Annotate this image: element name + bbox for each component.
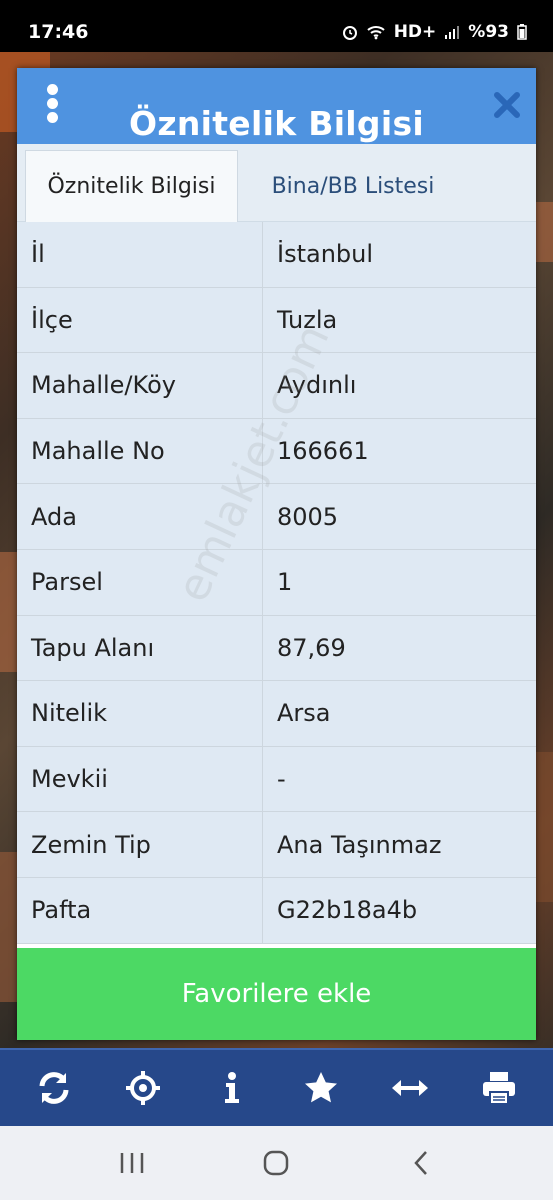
- row-value: Ana Taşınmaz: [277, 830, 442, 859]
- row-value: 166661: [277, 437, 369, 466]
- table-row: Mevkii -: [17, 746, 536, 813]
- tab-attribute-info[interactable]: Öznitelik Bilgisi: [25, 150, 238, 222]
- alarm-icon: [342, 26, 357, 40]
- battery-level: %93: [468, 22, 509, 42]
- row-label: Ada: [17, 484, 263, 549]
- row-value: Arsa: [277, 699, 331, 728]
- signal-icon: [445, 26, 460, 39]
- table-row: Pafta G22b18a4b: [17, 877, 536, 944]
- row-label: Nitelik: [17, 681, 263, 746]
- row-label: Parsel: [17, 549, 263, 615]
- row-label: Mahalle/Köy: [17, 353, 263, 418]
- print-icon[interactable]: [476, 1065, 522, 1111]
- table-row: İlçe Tuzla: [17, 287, 536, 354]
- row-value: 1: [277, 568, 293, 597]
- wifi-icon: [367, 26, 385, 40]
- attribute-table: İl İstanbul İlçe Tuzla Mahalle/Köy Aydınlı …: [17, 222, 536, 944]
- row-label: Mevkii: [17, 746, 263, 812]
- tab-bar: Öznitelik Bilgisi Bina/BB Listesi: [17, 144, 536, 222]
- row-label: İl: [17, 222, 263, 287]
- row-value: Aydınlı: [277, 371, 357, 400]
- row-label: Tapu Alanı: [17, 615, 263, 681]
- tab-building-list[interactable]: Bina/BB Listesi: [239, 150, 467, 222]
- row-label: Zemin Tip: [17, 812, 263, 877]
- battery-icon: [517, 24, 527, 40]
- table-row: Zemin Tip Ana Taşınmaz: [17, 812, 536, 878]
- row-value: G22b18a4b: [277, 896, 418, 925]
- table-row: Tapu Alanı 87,69: [17, 615, 536, 682]
- table-row: İl İstanbul: [17, 222, 536, 288]
- status-time: 17:46: [28, 21, 89, 43]
- attribute-dialog: Öznitelik Bilgisi Öznitelik Bilgisi Bina…: [17, 68, 536, 1040]
- row-value: 87,69: [277, 633, 346, 662]
- table-row: Mahalle/Köy Aydınlı: [17, 353, 536, 419]
- add-favorites-button[interactable]: Favorilere ekle: [17, 948, 536, 1040]
- close-icon[interactable]: [492, 90, 522, 120]
- dialog-header: Öznitelik Bilgisi: [17, 68, 536, 144]
- system-nav-bar: [0, 1126, 553, 1200]
- map-toolbar: [0, 1048, 553, 1126]
- table-row: Mahalle No 166661: [17, 418, 536, 485]
- row-value: Tuzla: [277, 305, 338, 334]
- row-label: Mahalle No: [17, 418, 263, 484]
- row-value: -: [277, 765, 286, 794]
- row-value: 8005: [277, 502, 339, 531]
- network-type: HD+: [393, 22, 437, 42]
- table-row: Parsel 1: [17, 549, 536, 616]
- status-icons: HD+ %93: [342, 22, 527, 42]
- measure-icon[interactable]: [387, 1065, 433, 1111]
- star-icon[interactable]: [298, 1065, 344, 1111]
- locate-icon[interactable]: [120, 1065, 166, 1111]
- table-row: Ada 8005: [17, 484, 536, 550]
- back-icon[interactable]: [391, 1138, 451, 1188]
- dialog-title: Öznitelik Bilgisi: [128, 104, 425, 143]
- row-label: İlçe: [17, 287, 263, 353]
- table-row: Nitelik Arsa: [17, 681, 536, 747]
- row-label: Pafta: [17, 877, 263, 943]
- row-value: İstanbul: [277, 240, 374, 269]
- home-icon[interactable]: [246, 1138, 306, 1188]
- refresh-icon[interactable]: [31, 1065, 77, 1111]
- info-icon[interactable]: [209, 1065, 255, 1111]
- recent-apps-icon[interactable]: [102, 1138, 162, 1188]
